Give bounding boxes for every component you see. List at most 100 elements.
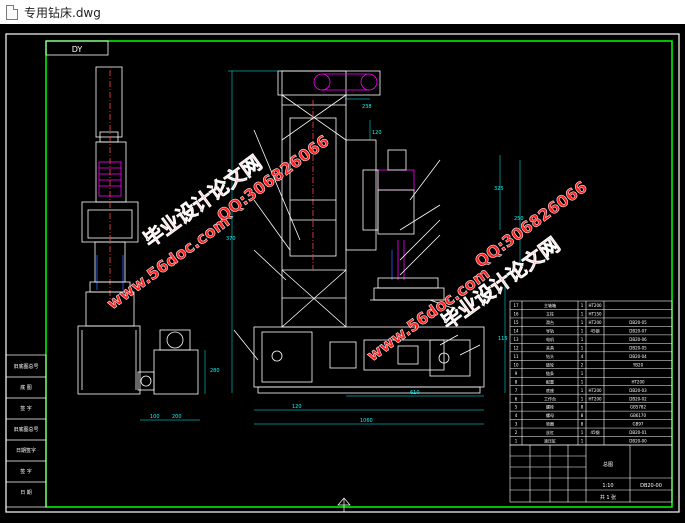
bom-cell-note: DB20-00 [629, 439, 647, 444]
bom-cell-name: 导轨 [546, 328, 554, 334]
bom-cell-qty: 1 [581, 396, 584, 401]
bom-cell-no: 16 [513, 312, 519, 317]
dim-bottom-2: 1060 [360, 418, 373, 424]
bom-cell-no: 15 [513, 320, 519, 325]
bom-cell-mat: 45钢 [590, 429, 599, 435]
view-label: DY [72, 45, 83, 54]
bom-cell-mat: HT200 [588, 303, 602, 308]
bom-cell-no: 17 [513, 303, 519, 308]
bom-cell-mat: HT150 [588, 312, 602, 317]
bom-cell-no: 14 [513, 329, 519, 334]
bom-cell-name: 钻头 [546, 353, 554, 359]
bom-cell-no: 7 [515, 388, 518, 393]
bom-cell-qty: 1 [581, 337, 584, 342]
bom-cell-name: 垫圈 [546, 421, 554, 427]
dim-top: 238 [362, 104, 372, 110]
cad-drawing: DY 旧底图总号 底 图 签 字 旧底图总号 日期签字 签 字 日 期 100 … [5, 33, 680, 513]
bom-cell-qty: 1 [581, 371, 584, 376]
bom-cell-no: 4 [515, 413, 518, 418]
left-label-3: 签 字 [20, 405, 32, 412]
bom-cell-name: 配重 [546, 378, 554, 384]
title-drawing-no: DB20-00 [640, 483, 662, 489]
bom-cell-qty: 1 [581, 345, 584, 350]
bom-cell-note: DB20-07 [629, 329, 647, 334]
bom-cell-no: 11 [513, 354, 519, 359]
bom-cell-note: DB20-02 [629, 396, 647, 401]
dim-side-3: 280 [210, 368, 220, 374]
title-name: 总图 [603, 461, 613, 468]
bom-cell-qty: 1 [581, 320, 584, 325]
bom-cell-qty: 4 [581, 354, 584, 359]
bom-cell-note: DB20-05 [629, 320, 647, 325]
left-label-6: 签 字 [20, 468, 32, 475]
bom-cell-note: YB20 [632, 362, 644, 367]
bom-cell-note: DB20-05 [629, 345, 647, 350]
cad-canvas[interactable]: DY 旧底图总号 底 图 签 字 旧底图总号 日期签字 签 字 日 期 100 … [0, 24, 685, 519]
dim-head: 120 [372, 130, 382, 136]
bom-cell-name: 工作台 [544, 395, 556, 401]
bom-cell-no: 1 [515, 439, 518, 444]
dim-right-3: 115 [498, 336, 508, 342]
bom-cell-qty: 1 [581, 430, 584, 435]
bom-cell-mat: HT200 [588, 388, 602, 393]
bom-cell-qty: 1 [581, 312, 584, 317]
bom-cell-qty: 1 [581, 329, 584, 334]
dim-right-1: 325 [494, 186, 504, 192]
bom-cell-qty: 8 [581, 422, 584, 427]
bom-cell-mat: HT200 [588, 320, 602, 325]
left-label-1: 旧底图总号 [13, 363, 38, 370]
bom-cell-note: GB5782 [630, 405, 646, 410]
left-label-4: 旧底图总号 [13, 426, 38, 433]
bom-cell-no: 10 [513, 362, 519, 367]
window-titlebar: 专用钻床.dwg [0, 0, 685, 25]
window-title: 专用钻床.dwg [24, 6, 101, 20]
bom-cell-note: GB6170 [630, 413, 646, 418]
bom-cell-qty: 2 [581, 362, 584, 367]
bom-cell-no: 3 [515, 422, 518, 427]
bom-cell-note: DB20-04 [629, 354, 647, 359]
document-icon [6, 5, 18, 20]
front-view [233, 70, 485, 394]
bom-cell-mat: HT200 [588, 396, 602, 401]
dim-height: 370 [226, 236, 236, 242]
bom-cell-no: 2 [515, 430, 518, 435]
bom-cell-name: 电机 [546, 336, 554, 342]
center-mark [337, 497, 351, 512]
left-label-7: 日 期 [20, 490, 32, 496]
bom-cell-no: 12 [513, 345, 519, 350]
dimension-lines [228, 70, 521, 425]
dim-side-2: 200 [172, 414, 182, 420]
dim-side-1: 100 [150, 414, 160, 420]
bom-cell-no: 8 [515, 379, 518, 384]
bom-cell-name: 螺母 [546, 412, 554, 418]
dim-bottom-1: 610 [410, 390, 420, 396]
title-scale: 1:10 [602, 483, 613, 489]
bom-cell-no: 9 [515, 371, 518, 376]
left-label-2: 底 图 [20, 384, 32, 391]
bom-cell-qty: 8 [581, 413, 584, 418]
title-sheet: 共 1 张 [600, 494, 616, 501]
bom-cell-no: 5 [515, 405, 518, 410]
bom-cell-mat: 45钢 [590, 328, 599, 334]
bom-cell-no: 6 [515, 396, 518, 401]
bom-cell-qty: 1 [581, 388, 584, 393]
bom-cell-name: 链轮 [546, 361, 554, 367]
bom-cell-note: GB97 [633, 422, 644, 427]
bom-cell-qty: 1 [581, 303, 584, 308]
bom-cell-note: HT200 [631, 379, 645, 384]
bom-cell-note: DB20-03 [629, 388, 647, 393]
bom-rows: 17 主轴箱 1 HT20016 立柱 1 HT15015 滑台 1 HT200 DB20-0514… [510, 302, 672, 444]
dim-bottom-3: 120 [292, 404, 302, 410]
left-label-5: 日期签字 [16, 447, 36, 454]
bom-cell-name: 螺栓 [546, 404, 554, 410]
bom-cell-name: 液压缸 [544, 438, 556, 444]
bom-cell-note: DB20-06 [629, 337, 647, 342]
bom-cell-name: 立柱 [546, 311, 554, 317]
bom-cell-name: 夹具 [546, 344, 554, 350]
bom-cell-note: DB20-01 [629, 430, 647, 435]
bom-cell-no: 13 [513, 337, 519, 342]
bom-cell-name: 滑台 [546, 319, 554, 325]
title-block [509, 444, 673, 503]
bom-cell-qty: 1 [581, 379, 584, 384]
bom-cell-name: 链条 [546, 370, 554, 376]
